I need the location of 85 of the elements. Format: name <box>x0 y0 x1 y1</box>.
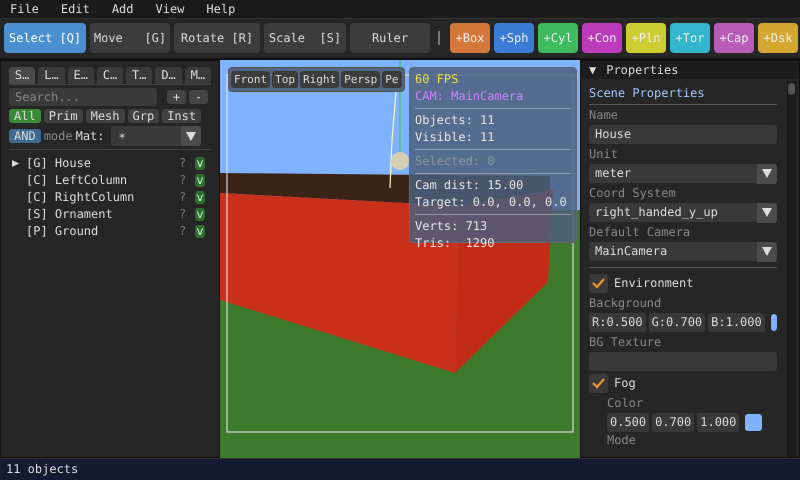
tree-item[interactable]: [C] LeftColumn <box>26 173 179 188</box>
visibility-toggle[interactable]: v <box>195 191 205 204</box>
visibility-toggle[interactable]: v <box>195 157 205 170</box>
color-component-field[interactable]: G:0.700 <box>648 313 706 332</box>
view-button[interactable]: Top <box>272 71 298 88</box>
material-dropdown[interactable]: * <box>110 126 200 146</box>
tree-item[interactable]: [C] RightColumn <box>26 190 179 205</box>
view-button[interactable]: Pe <box>382 71 402 88</box>
field-label: Color <box>606 395 644 412</box>
panel-tab[interactable]: T… <box>126 67 152 84</box>
panel-tab[interactable]: L… <box>38 67 65 84</box>
menu-item[interactable]: View <box>152 2 188 16</box>
color-component-field[interactable]: 1.000 <box>697 413 740 432</box>
remove-button[interactable]: - <box>189 90 208 104</box>
view-button[interactable]: Persp <box>341 71 380 88</box>
panel-tab[interactable]: E… <box>68 67 94 84</box>
tree-item[interactable]: [P] Ground <box>26 224 179 239</box>
field-label: BG Texture <box>589 334 662 351</box>
field-label: Name <box>589 107 619 124</box>
tool-button[interactable]: Move [G] <box>90 23 170 53</box>
visibility-toggle[interactable]: v <box>195 225 205 238</box>
checkbox[interactable] <box>589 374 608 393</box>
filter-chip[interactable]: Mesh <box>86 109 124 123</box>
panel-tab[interactable]: C… <box>96 67 124 84</box>
color-swatch[interactable] <box>770 314 777 331</box>
stat-line: Verts: 713 <box>415 218 488 235</box>
add-button[interactable]: + <box>167 90 186 104</box>
scrollbar-thumb[interactable] <box>788 83 795 95</box>
stat-line: Objects: 11 <box>415 112 494 129</box>
search-field[interactable]: Search... <box>9 88 157 106</box>
color-component-field[interactable]: R:0.500 <box>589 313 646 332</box>
dropdown-arrow-icon <box>762 169 772 178</box>
checkbox-label: Environment <box>614 276 694 291</box>
color-component-field[interactable]: B:1.000 <box>708 313 765 332</box>
visibility-toggle[interactable]: v <box>195 208 205 221</box>
menu-item[interactable]: Add <box>108 2 138 16</box>
field-label: Coord System <box>589 185 677 202</box>
stat-line: Target: 0.0, 0.0, 0.0 <box>415 194 567 211</box>
camera-label: CAM: MainCamera <box>415 88 524 105</box>
field-label: Background <box>589 295 662 312</box>
field-label: Default Camera <box>589 224 692 241</box>
color-swatch[interactable] <box>745 414 762 431</box>
add-shape-button[interactable]: +Con <box>582 23 622 53</box>
menu-item[interactable]: Help <box>202 2 240 16</box>
menu-item[interactable]: File <box>6 2 43 16</box>
checkbox[interactable] <box>589 274 608 293</box>
filter-chip[interactable]: Grp <box>128 109 160 123</box>
panel-tab[interactable]: M… <box>184 67 211 84</box>
dropdown-arrow-icon <box>762 247 772 256</box>
tree-item[interactable]: [S] Ornament <box>26 207 179 222</box>
color-component-field[interactable]: 0.700 <box>652 413 694 432</box>
dropdown-arrow-icon <box>762 208 772 217</box>
stat-line: Visible: 11 <box>415 129 494 146</box>
tool-button[interactable]: Scale [S] <box>264 23 346 53</box>
panel-tab[interactable]: S… <box>9 67 36 84</box>
dropdown-arrow-icon <box>186 132 196 140</box>
visibility-toggle[interactable]: v <box>195 174 205 187</box>
filter-chip[interactable]: Inst <box>162 109 202 123</box>
expand-arrow-icon[interactable] <box>12 160 19 167</box>
view-button[interactable]: Right <box>300 71 340 88</box>
color-component-field[interactable]: 0.500 <box>607 413 650 432</box>
add-shape-button[interactable]: +Sph <box>494 23 534 53</box>
stat-line: Tris: 1290 <box>415 235 494 252</box>
panel-tab[interactable]: D… <box>155 67 182 84</box>
field-label: Mode <box>606 432 637 448</box>
menu-item[interactable]: Edit <box>56 2 94 16</box>
text-field[interactable]: House <box>589 125 777 144</box>
logic-toggle[interactable]: AND <box>9 129 41 143</box>
view-button[interactable]: Front <box>231 71 270 88</box>
select-field[interactable]: meter <box>589 164 777 183</box>
mode-label: mode <box>44 128 73 144</box>
panel-header[interactable]: ▼ Properties <box>581 61 799 79</box>
checkbox-label: Fog <box>614 376 636 391</box>
select-field[interactable]: right_handed_y_up <box>589 203 777 222</box>
select-field[interactable]: MainCamera <box>589 242 777 261</box>
section-title: Scene Properties <box>589 82 777 105</box>
tool-button[interactable]: Rotate [R] <box>174 23 260 53</box>
filter-chip[interactable]: Prim <box>44 109 83 123</box>
status-text: 11 objects <box>0 458 800 480</box>
stat-line: Cam dist: 15.00 <box>415 177 524 194</box>
field-label: Unit <box>589 146 619 163</box>
tree-item[interactable]: [G] House <box>26 156 179 171</box>
material-label: Mat: <box>76 128 104 144</box>
fps-readout: 60 FPS <box>415 71 460 88</box>
tool-button[interactable]: Ruler <box>350 23 430 53</box>
